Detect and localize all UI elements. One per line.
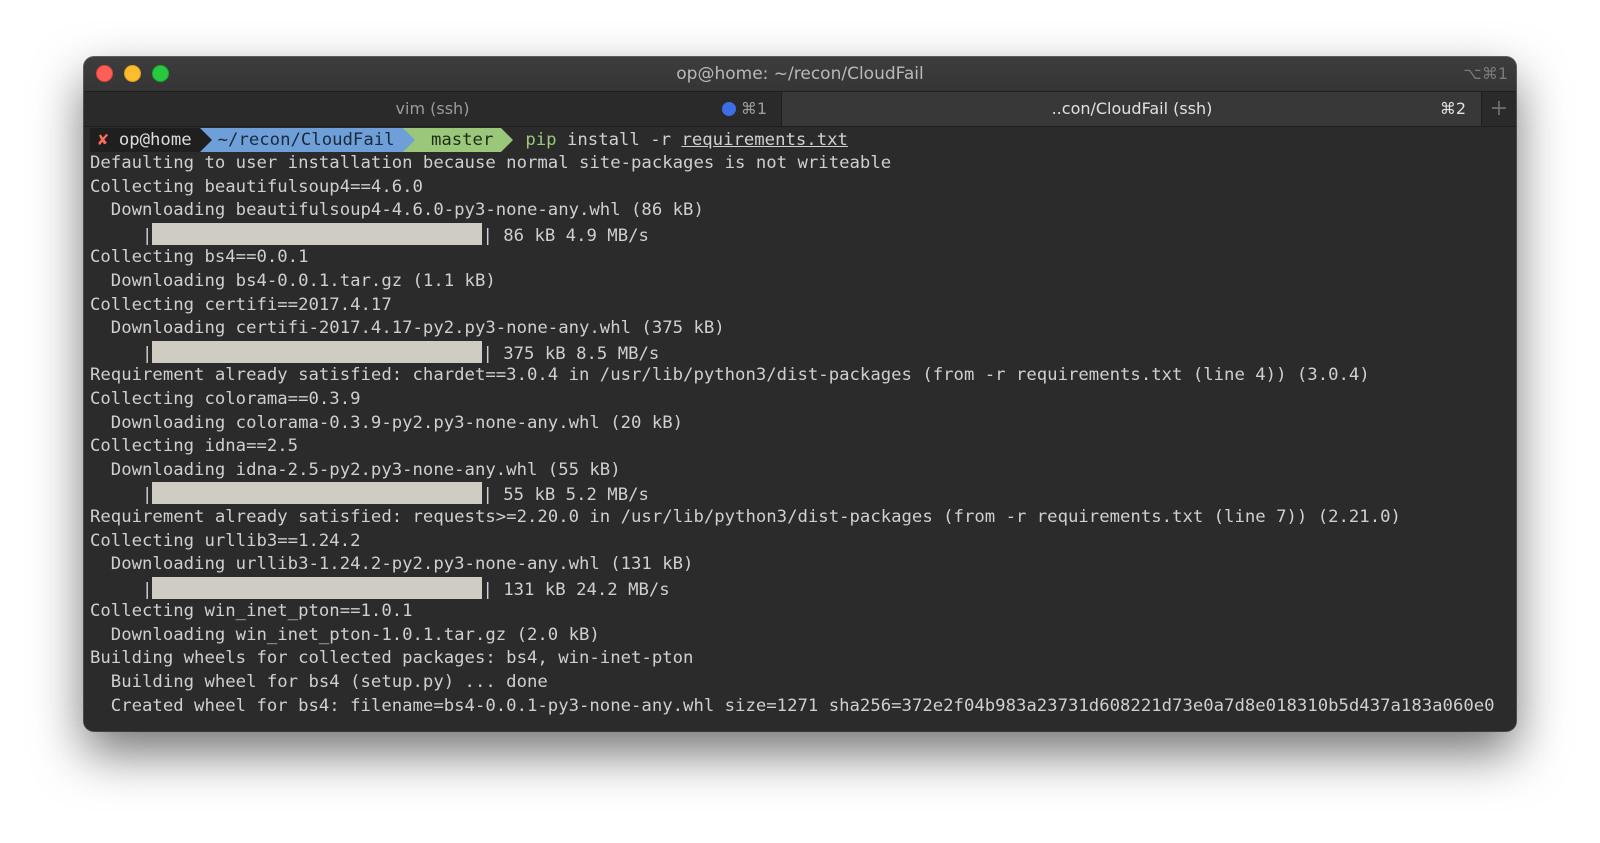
tab-vim-ssh[interactable]: vim (ssh) ⌘1 xyxy=(84,92,781,126)
tab-shortcut: ⌘1 xyxy=(740,99,767,118)
progress-line: | | 131 kB 24.2 MB/s xyxy=(90,576,1516,601)
window-shortcut: ⌥⌘1 xyxy=(1463,64,1508,83)
output-line: Collecting colorama==0.3.9 xyxy=(90,388,361,409)
output-line: Created wheel for bs4: filename=bs4-0.0.… xyxy=(90,695,1495,716)
output-line: Downloading win_inet_pton-1.0.1.tar.gz (… xyxy=(90,624,600,645)
prompt-path-segment: ~/recon/CloudFail xyxy=(199,128,403,152)
output-lines: Defaulting to user installation because … xyxy=(90,152,1516,718)
prompt-user-segment: ✘ op@home xyxy=(90,128,200,152)
terminal-output[interactable]: ✘ op@home ~/recon/CloudFail master pip i… xyxy=(84,127,1516,731)
progress-bar-lead: | xyxy=(90,485,153,506)
activity-dot-icon xyxy=(722,102,736,116)
output-line: Downloading certifi-2017.4.17-py2.py3-no… xyxy=(90,318,725,339)
new-tab-button[interactable]: + xyxy=(1481,92,1516,126)
git-branch: master xyxy=(430,130,494,150)
progress-bar xyxy=(152,340,483,363)
error-status-icon: ✘ xyxy=(98,130,109,150)
output-line: Collecting idna==2.5 xyxy=(90,436,299,457)
output-line: Requirement already satisfied: chardet==… xyxy=(90,365,1370,386)
terminal-window: op@home: ~/recon/CloudFail ⌥⌘1 vim (ssh)… xyxy=(84,57,1516,731)
powerline-separator-icon xyxy=(402,128,415,152)
command-line: pip install -r requirements.txt xyxy=(525,130,848,150)
progress-line: | | 55 kB 5.2 MB/s xyxy=(90,482,1516,506)
output-line: Building wheel for bs4 (setup.py) ... do… xyxy=(90,672,548,693)
output-line: Downloading bs4-0.0.1.tar.gz (1.1 kB) xyxy=(90,270,496,291)
prompt-git-segment: master xyxy=(402,128,502,152)
progress-line: | | 86 kB 4.9 MB/s xyxy=(90,222,1516,247)
progress-bar-lead: | xyxy=(90,579,153,600)
output-line: Collecting certifi==2017.4.17 xyxy=(90,294,392,315)
tab-label: ..con/CloudFail (ssh) xyxy=(1051,99,1213,118)
progress-bar xyxy=(152,482,483,505)
tab-shortcut: ⌘2 xyxy=(1439,99,1466,118)
output-line: Downloading colorama-0.3.9-py2.py3-none-… xyxy=(90,412,684,433)
output-line: Building wheels for collected packages: … xyxy=(90,648,694,669)
powerline-separator-icon xyxy=(501,128,514,152)
progress-bar xyxy=(152,576,483,599)
tab-cloudfail-ssh[interactable]: ..con/CloudFail (ssh) ⌘2 xyxy=(781,92,1482,126)
tab-bar: vim (ssh) ⌘1 ..con/CloudFail (ssh) ⌘2 + xyxy=(84,91,1516,127)
progress-suffix: | 131 kB 24.2 MB/s xyxy=(482,579,670,600)
shell-prompt: ✘ op@home ~/recon/CloudFail master pip i… xyxy=(90,128,1516,152)
command-tool: pip xyxy=(525,130,557,150)
progress-bar-lead: | xyxy=(90,225,153,246)
progress-bar-lead: | xyxy=(90,343,153,364)
output-line: Downloading urllib3-1.24.2-py2.py3-none-… xyxy=(90,554,694,575)
output-line: Downloading idna-2.5-py2.py3-none-any.wh… xyxy=(90,459,621,480)
prompt-user: op@home xyxy=(118,130,192,150)
window-title: op@home: ~/recon/CloudFail xyxy=(676,64,924,84)
progress-suffix: | 375 kB 8.5 MB/s xyxy=(482,343,660,364)
output-line: Collecting beautifulsoup4==4.6.0 xyxy=(90,176,423,197)
progress-bar xyxy=(152,222,483,245)
command-args: install -r xyxy=(567,130,672,150)
command-file: requirements.txt xyxy=(681,130,848,150)
output-line: Downloading beautifulsoup4-4.6.0-py3-non… xyxy=(90,200,704,221)
powerline-separator-icon xyxy=(199,128,212,152)
output-line: Requirement already satisfied: requests>… xyxy=(90,506,1401,527)
progress-suffix: | 86 kB 4.9 MB/s xyxy=(482,225,649,246)
output-line: Collecting bs4==0.0.1 xyxy=(90,247,309,268)
progress-suffix: | 55 kB 5.2 MB/s xyxy=(482,485,649,506)
title-bar[interactable]: op@home: ~/recon/CloudFail ⌥⌘1 xyxy=(84,57,1516,91)
progress-line: | | 375 kB 8.5 MB/s xyxy=(90,340,1516,365)
output-line: Collecting urllib3==1.24.2 xyxy=(90,530,361,551)
output-line: Defaulting to user installation because … xyxy=(90,153,892,173)
tab-label: vim (ssh) xyxy=(395,99,470,118)
output-line: Collecting win_inet_pton==1.0.1 xyxy=(90,601,413,622)
